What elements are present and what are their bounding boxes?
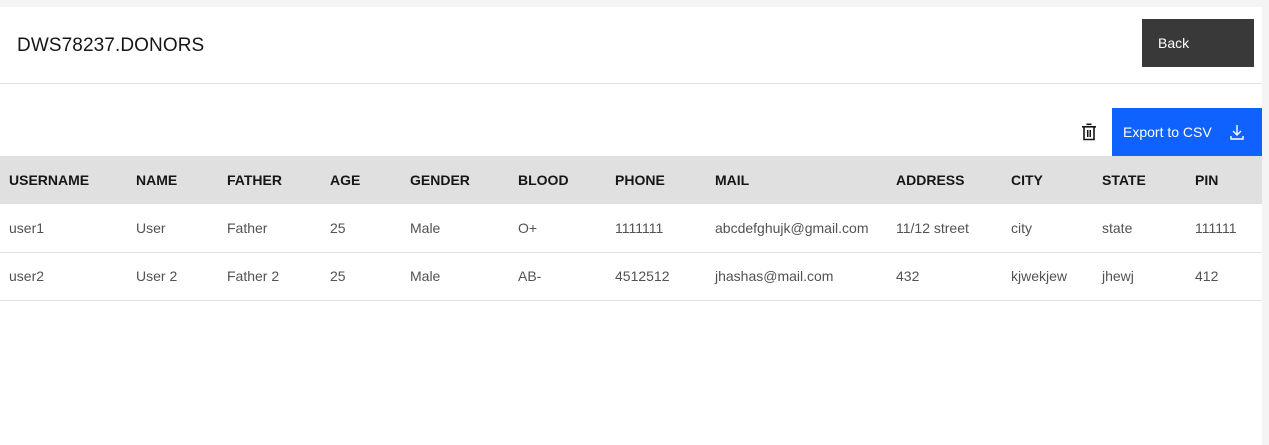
column-header-address[interactable]: ADDRESS <box>887 156 1002 204</box>
page: DWS78237.DONORS Back Export to CSV USERN… <box>0 7 1262 445</box>
column-header-phone[interactable]: PHONE <box>606 156 706 204</box>
export-csv-label: Export to CSV <box>1123 124 1212 140</box>
column-header-city[interactable]: CITY <box>1002 156 1093 204</box>
column-header-mail[interactable]: MAIL <box>706 156 887 204</box>
column-header-blood[interactable]: BLOOD <box>509 156 606 204</box>
page-header: DWS78237.DONORS Back <box>0 7 1262 84</box>
table-toolbar: Export to CSV <box>0 108 1262 156</box>
cell-phone: 4512512 <box>606 252 706 301</box>
cell-gender: Male <box>401 252 509 301</box>
cell-father: Father <box>218 204 321 253</box>
cell-father: Father 2 <box>218 252 321 301</box>
cell-mail: abcdefghujk@gmail.com <box>706 204 887 253</box>
table-header-row: USERNAME NAME FATHER AGE GENDER BLOOD PH… <box>0 156 1262 204</box>
cell-gender: Male <box>401 204 509 253</box>
cell-city: city <box>1002 204 1093 253</box>
cell-pin: 412 <box>1186 252 1262 301</box>
column-header-gender[interactable]: GENDER <box>401 156 509 204</box>
cell-address: 432 <box>887 252 1002 301</box>
cell-phone: 1111111 <box>606 204 706 253</box>
cell-name: User 2 <box>127 252 218 301</box>
back-button[interactable]: Back <box>1142 19 1254 67</box>
column-header-username[interactable]: USERNAME <box>0 156 127 204</box>
cell-name: User <box>127 204 218 253</box>
column-header-father[interactable]: FATHER <box>218 156 321 204</box>
column-header-state[interactable]: STATE <box>1093 156 1186 204</box>
delete-button[interactable] <box>1066 108 1112 156</box>
page-scroll-edge <box>1262 0 1269 445</box>
cell-username: user2 <box>0 252 127 301</box>
column-header-name[interactable]: NAME <box>127 156 218 204</box>
cell-mail: jhashas@mail.com <box>706 252 887 301</box>
cell-pin: 111111 <box>1186 204 1262 253</box>
cell-address: 11/12 street <box>887 204 1002 253</box>
table-row[interactable]: user1 User Father 25 Male O+ 1111111 abc… <box>0 204 1262 253</box>
donors-table: USERNAME NAME FATHER AGE GENDER BLOOD PH… <box>0 156 1262 301</box>
download-icon <box>1230 125 1244 140</box>
cell-age: 25 <box>321 204 401 253</box>
trash-icon <box>1082 123 1096 141</box>
cell-blood: O+ <box>509 204 606 253</box>
column-header-pin[interactable]: PIN <box>1186 156 1262 204</box>
export-csv-button[interactable]: Export to CSV <box>1112 108 1262 156</box>
cell-state: jhewj <box>1093 252 1186 301</box>
column-header-age[interactable]: AGE <box>321 156 401 204</box>
cell-state: state <box>1093 204 1186 253</box>
cell-city: kjwekjew <box>1002 252 1093 301</box>
cell-username: user1 <box>0 204 127 253</box>
cell-blood: AB- <box>509 252 606 301</box>
table-row[interactable]: user2 User 2 Father 2 25 Male AB- 451251… <box>0 252 1262 301</box>
page-title: DWS78237.DONORS <box>17 35 205 56</box>
cell-age: 25 <box>321 252 401 301</box>
